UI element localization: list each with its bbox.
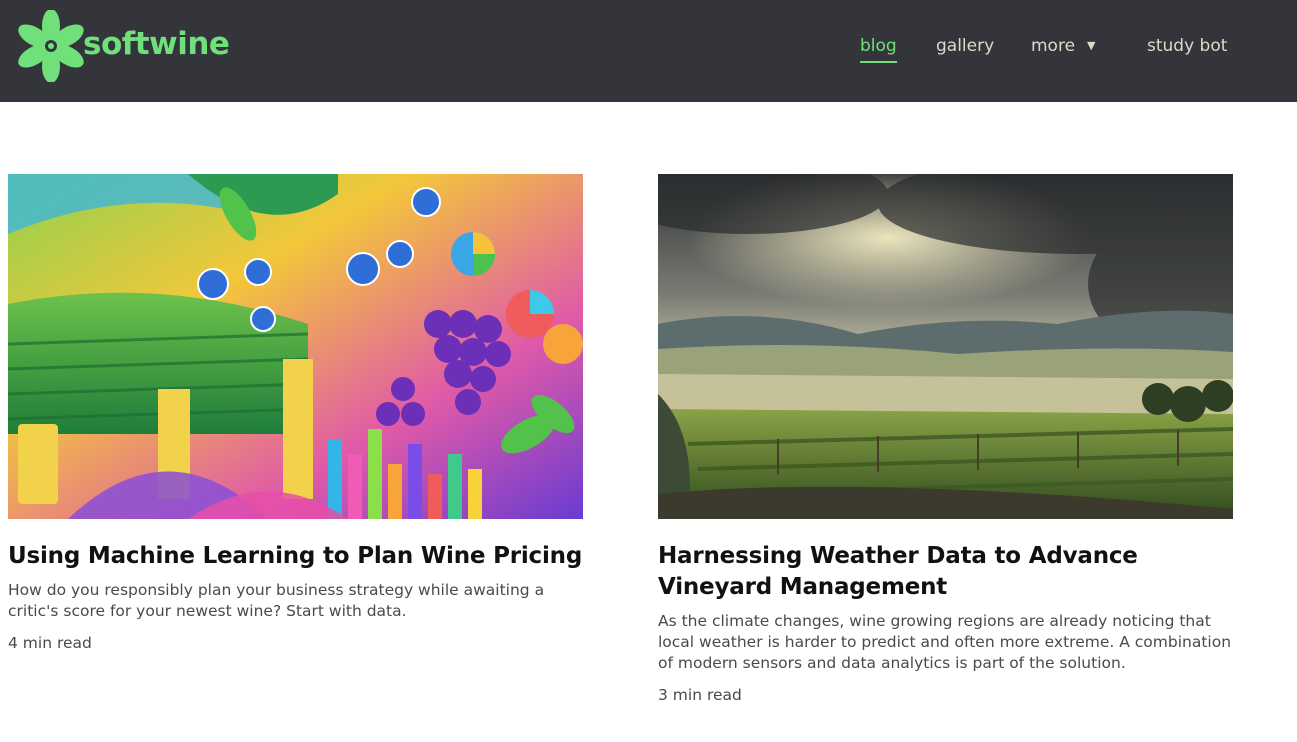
post-title[interactable]: Using Machine Learning to Plan Wine Pric… xyxy=(8,541,583,572)
brand-logo-link[interactable]: softwine xyxy=(17,10,230,82)
post-read-time: 4 min read xyxy=(8,634,92,652)
colorful-vineyard-illustration xyxy=(8,174,583,519)
stormy-vineyard-painting xyxy=(658,174,1233,519)
blog-post-card[interactable]: Harnessing Weather Data to Advance Viney… xyxy=(658,174,1233,704)
caret-down-icon: ▼ xyxy=(1087,39,1096,52)
nav-study-bot-link[interactable]: study bot xyxy=(1147,36,1227,56)
post-thumbnail-image[interactable] xyxy=(658,174,1233,519)
post-read-time: 3 min read xyxy=(658,686,742,704)
nav-more-dropdown[interactable]: more ▼ xyxy=(1031,36,1096,56)
post-title[interactable]: Harnessing Weather Data to Advance Viney… xyxy=(658,541,1233,603)
nav-more-label: more xyxy=(1031,36,1076,56)
post-description: How do you responsibly plan your busines… xyxy=(8,581,545,620)
post-thumbnail-image[interactable] xyxy=(8,174,583,519)
nav-gallery-link[interactable]: gallery xyxy=(936,36,994,56)
top-navbar: softwine blog gallery more ▼ study bot xyxy=(0,0,1297,102)
post-description: As the climate changes, wine growing reg… xyxy=(658,612,1232,672)
blog-post-card[interactable]: Using Machine Learning to Plan Wine Pric… xyxy=(8,174,583,652)
nav-blog-link[interactable]: blog xyxy=(860,36,897,63)
flower-logo-icon xyxy=(18,10,84,82)
brand-name: softwine xyxy=(83,26,230,62)
